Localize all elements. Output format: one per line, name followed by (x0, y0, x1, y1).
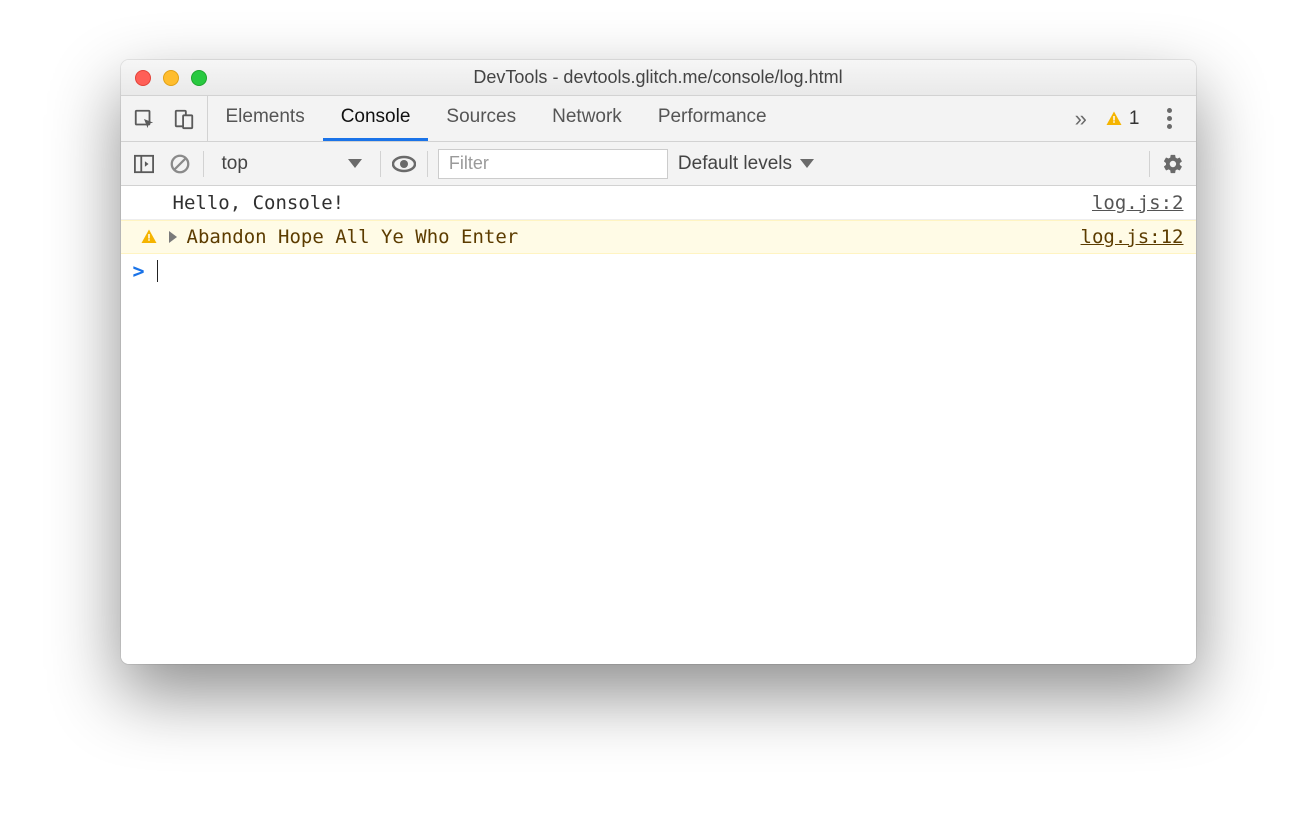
devtools-window: DevTools - devtools.glitch.me/console/lo… (121, 60, 1196, 664)
levels-label: Default levels (678, 153, 792, 175)
warning-icon (1105, 110, 1123, 128)
warning-icon (140, 228, 158, 246)
warnings-count: 1 (1129, 108, 1140, 130)
text-caret (157, 260, 158, 282)
console-row-warn[interactable]: Abandon Hope All Ye Who Enter log.js:12 (121, 220, 1196, 254)
prompt-chevron-icon: > (133, 259, 145, 283)
context-label: top (222, 153, 248, 175)
tab-performance[interactable]: Performance (640, 96, 785, 141)
minimize-window-button[interactable] (163, 70, 179, 86)
warn-message: Abandon Hope All Ye Who Enter (183, 226, 1081, 248)
zoom-window-button[interactable] (191, 70, 207, 86)
log-levels-selector[interactable]: Default levels (678, 153, 814, 175)
tabstrip-left-tools (121, 96, 208, 141)
console-settings-icon[interactable] (1160, 151, 1186, 177)
clear-console-icon[interactable] (167, 151, 193, 177)
warnings-counter[interactable]: 1 (1105, 108, 1140, 130)
filter-input[interactable] (438, 149, 668, 179)
tab-elements[interactable]: Elements (208, 96, 323, 141)
titlebar: DevTools - devtools.glitch.me/console/lo… (121, 60, 1196, 96)
live-expression-icon[interactable] (391, 151, 417, 177)
toolbar-divider (203, 151, 204, 177)
log-message: Hello, Console! (169, 192, 1092, 214)
source-link[interactable]: log.js:12 (1081, 226, 1184, 248)
expand-arrow-icon[interactable] (169, 231, 177, 243)
toggle-console-sidebar-icon[interactable] (131, 151, 157, 177)
panel-tabs: Elements Console Sources Network Perform… (208, 96, 785, 141)
chevron-down-icon (348, 159, 362, 168)
inspect-element-icon[interactable] (131, 106, 157, 132)
tab-network[interactable]: Network (534, 96, 640, 141)
traffic-lights (121, 70, 207, 86)
tab-console[interactable]: Console (323, 96, 429, 141)
toolbar-divider (1149, 151, 1150, 177)
toggle-device-toolbar-icon[interactable] (171, 106, 197, 132)
close-window-button[interactable] (135, 70, 151, 86)
console-toolbar: top Default levels (121, 142, 1196, 186)
console-row-log: Hello, Console! log.js:2 (121, 186, 1196, 220)
tab-sources[interactable]: Sources (428, 96, 534, 141)
source-link[interactable]: log.js:2 (1092, 192, 1184, 214)
toolbar-divider (380, 151, 381, 177)
settings-menu-button[interactable] (1158, 107, 1182, 131)
tabstrip-right-tools: » 1 (1061, 96, 1196, 141)
row-gutter (129, 228, 169, 246)
overflow-tabs-button[interactable]: » (1075, 106, 1087, 132)
toolbar-divider (427, 151, 428, 177)
console-output: Hello, Console! log.js:2 Abandon Hope Al… (121, 186, 1196, 664)
console-prompt[interactable]: > (121, 254, 1196, 288)
devtools-tabstrip: Elements Console Sources Network Perform… (121, 96, 1196, 142)
window-title: DevTools - devtools.glitch.me/console/lo… (121, 67, 1196, 88)
chevron-down-icon (800, 159, 814, 168)
execution-context-selector[interactable]: top (214, 153, 370, 175)
